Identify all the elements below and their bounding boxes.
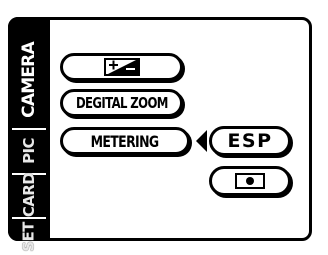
exposure-compensation-button[interactable]: [60, 53, 183, 81]
digital-zoom-button[interactable]: DEGITAL ZOOM: [60, 89, 183, 117]
tab-set[interactable]: SET: [8, 219, 50, 255]
tab-pic-label: PIC: [19, 138, 38, 164]
tab-set-label: SET: [19, 222, 38, 252]
tab-card-label: CARD: [20, 172, 38, 218]
menu-sidebar: CAMERA PIC CARD SET: [8, 17, 50, 252]
digital-zoom-label: DEGITAL ZOOM: [75, 94, 168, 112]
spot-metering-button[interactable]: [209, 166, 291, 196]
tab-camera[interactable]: CAMERA: [8, 35, 50, 125]
tab-pic[interactable]: PIC: [8, 131, 50, 171]
tab-card[interactable]: CARD: [8, 172, 50, 218]
tab-divider: [12, 128, 46, 130]
esp-option-button[interactable]: ESP: [209, 126, 291, 156]
tab-camera-label: CAMERA: [19, 42, 39, 118]
esp-option-label: ESP: [227, 130, 273, 152]
exposure-compensation-icon: [103, 58, 140, 76]
camera-menu-screen: CAMERA PIC CARD SET DEGITAL ZOOM METERIN…: [0, 0, 328, 252]
spot-metering-icon: [235, 173, 265, 189]
metering-button[interactable]: METERING: [60, 127, 190, 155]
metering-label: METERING: [91, 131, 160, 151]
selection-arrow-icon: [196, 130, 207, 152]
